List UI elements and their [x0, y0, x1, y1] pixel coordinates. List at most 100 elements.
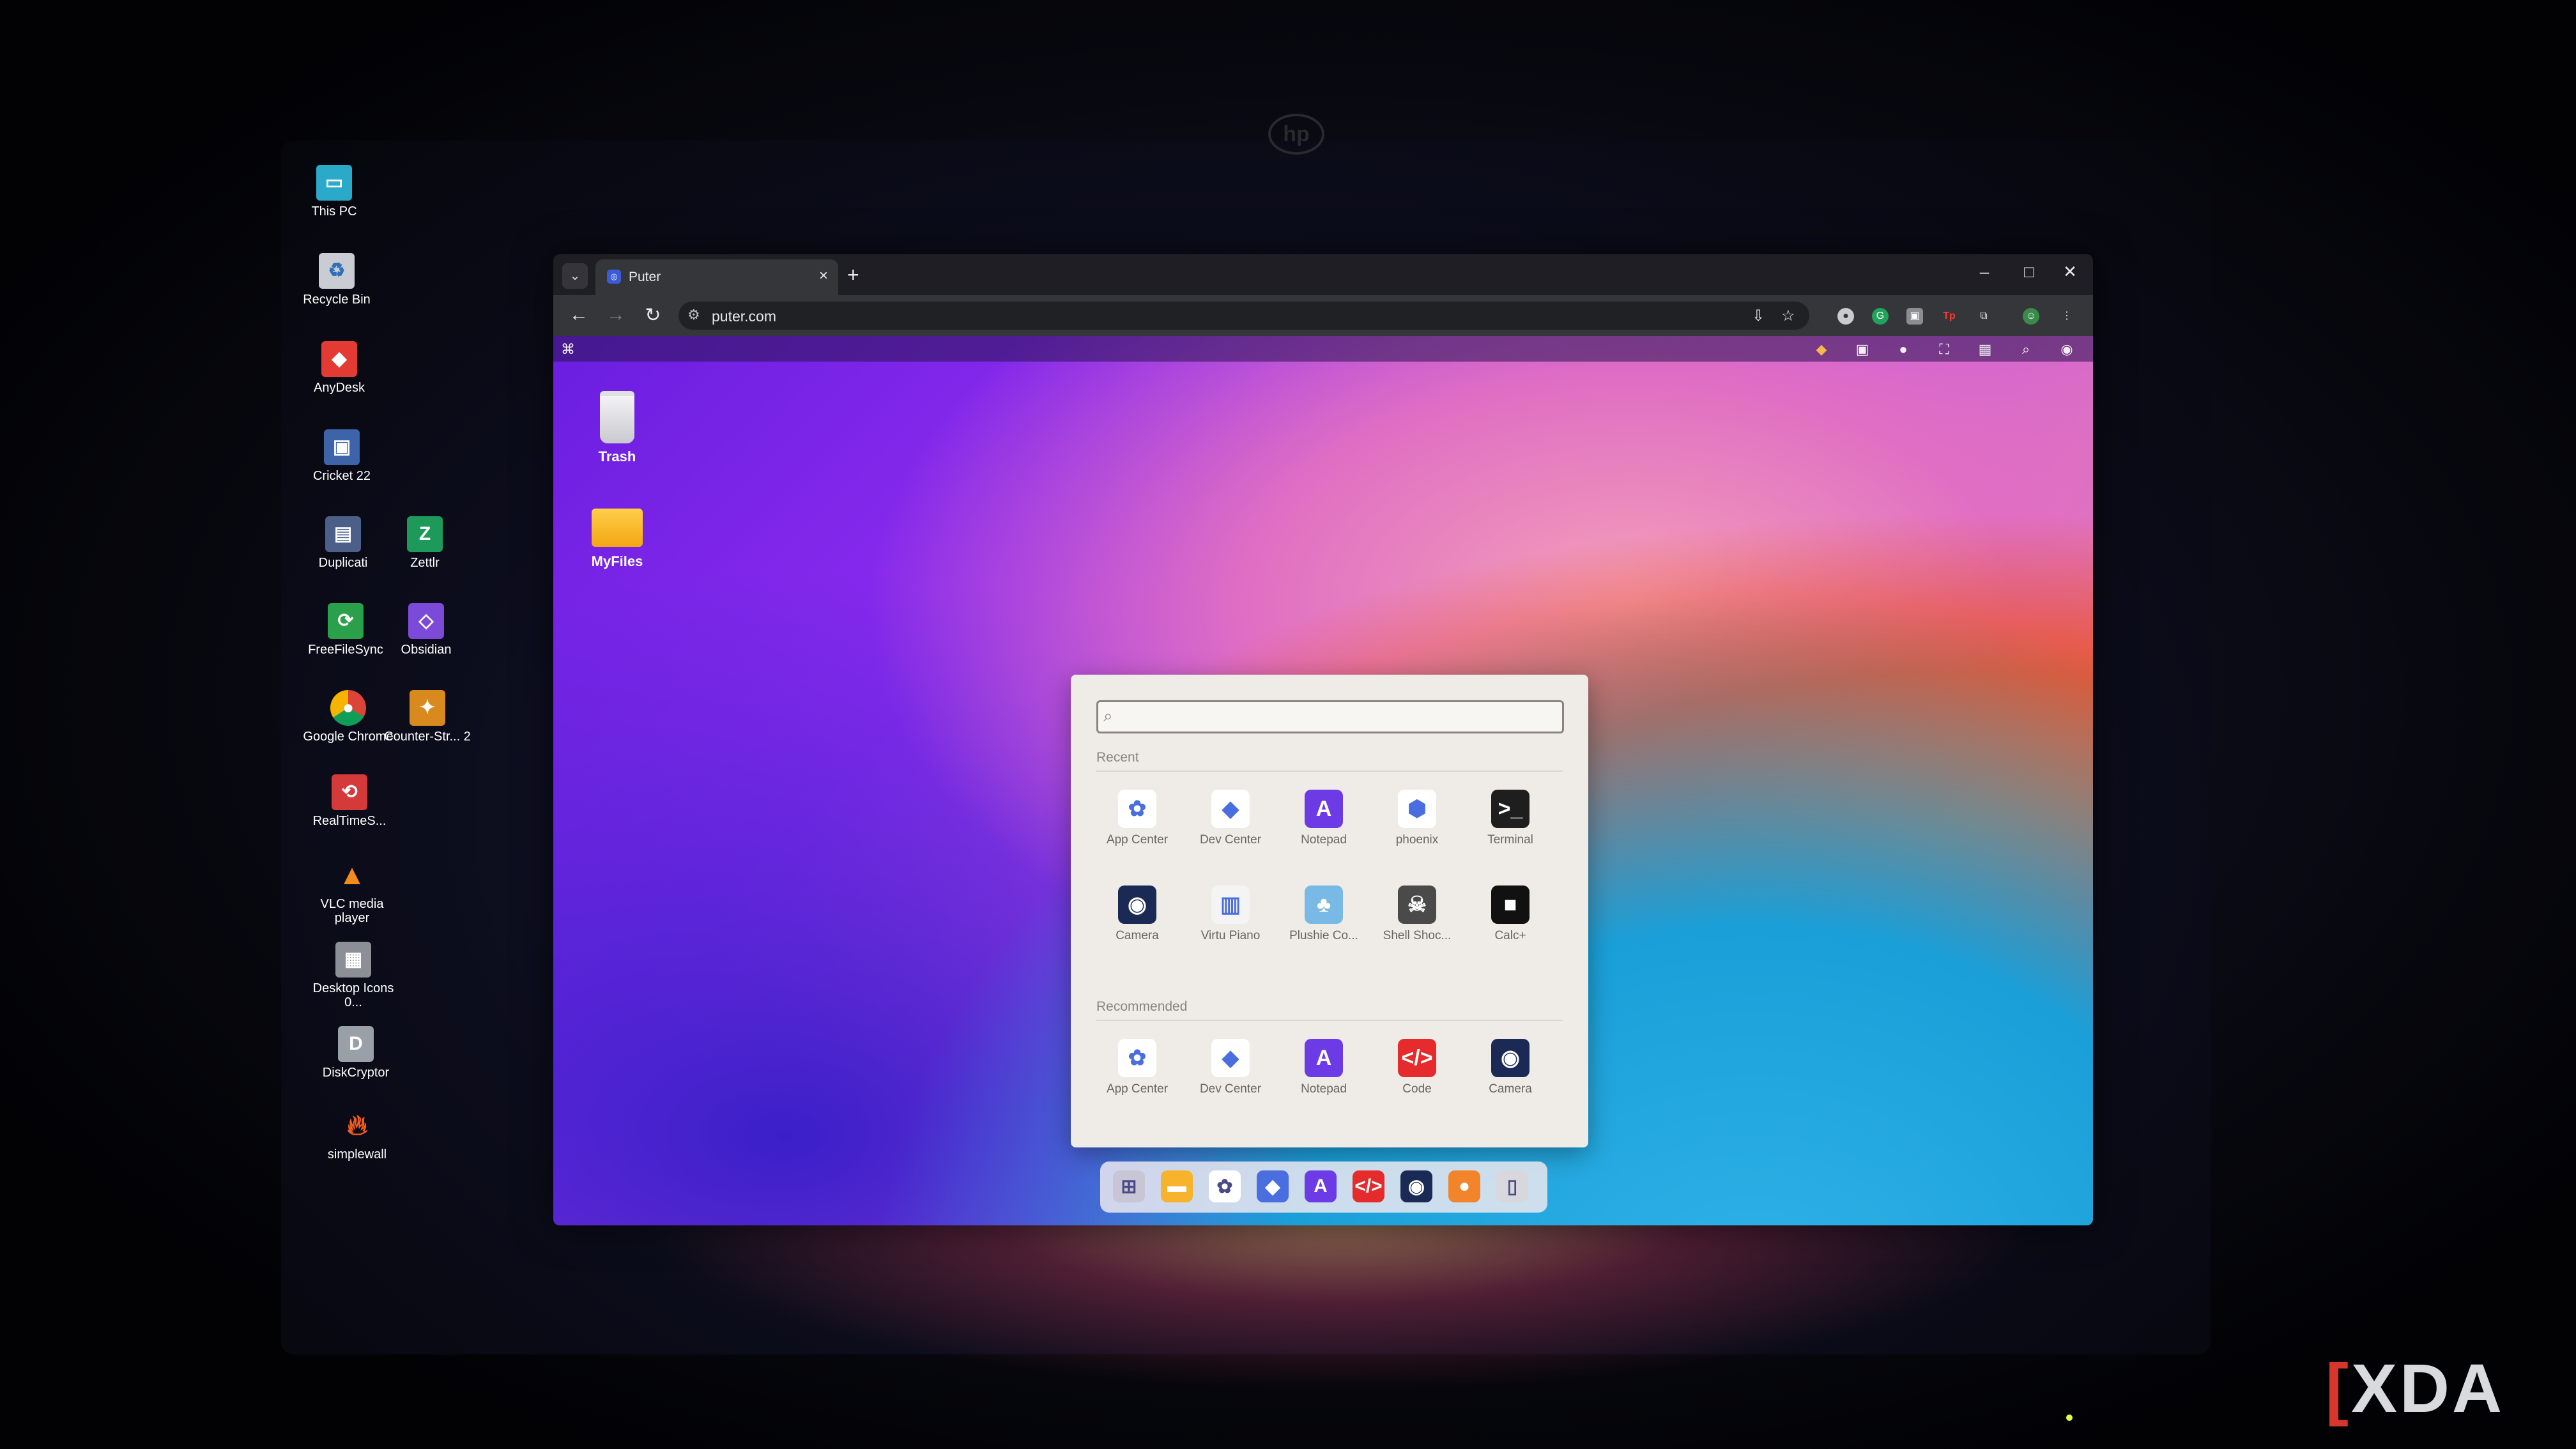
app-tile[interactable]: ◉ Camera	[1092, 885, 1182, 943]
dev-center-icon[interactable]: ◆	[1257, 1170, 1289, 1202]
desktop-icon-diskcryptor[interactable]: D DiskCryptor	[308, 1026, 404, 1080]
desktop-icon-zettlr[interactable]: Z Zettlr	[377, 516, 473, 570]
upgrade-icon[interactable]: ◆	[1812, 341, 1831, 358]
app-label: Notepad	[1301, 833, 1347, 847]
dev-center-icon: ◆	[1211, 1039, 1250, 1077]
url-text[interactable]: puter.com	[712, 308, 776, 325]
zettlr-icon: Z	[407, 516, 443, 552]
puzzle-icon[interactable]: ⧉	[1975, 308, 1992, 325]
grammarly-icon[interactable]: G	[1872, 308, 1889, 325]
counter-strike-icon: ✦	[410, 690, 445, 726]
extension-icon[interactable]: Tp	[1941, 308, 1958, 325]
monitor-icon: ▭	[316, 165, 352, 201]
maximize-button[interactable]: □	[2016, 262, 2042, 282]
desktop-icon-label: RealTimeS...	[312, 814, 387, 828]
notepad-icon: A	[1305, 1039, 1343, 1077]
notepad-icon: A	[1305, 790, 1343, 828]
desktop-icon-obsidian[interactable]: ◇ Obsidian	[378, 603, 474, 657]
github-icon[interactable]: ●	[1894, 341, 1913, 358]
app-tile[interactable]: ▥ Virtu Piano	[1186, 885, 1275, 943]
app-label: App Center	[1106, 833, 1169, 847]
anydesk-icon: ◆	[321, 341, 357, 377]
puter-desktop: ⌘ ◆ ▣ ● ⛶ ▦ ⌕ ◉ Trash MyFiles ⌕ Recent ✿…	[553, 336, 2093, 1225]
tab-close-icon[interactable]: ×	[819, 267, 828, 285]
search-icon[interactable]: ⌕	[2016, 341, 2035, 358]
app-tile[interactable]: ⬢ phoenix	[1372, 790, 1462, 847]
app-tile[interactable]: ♣ Plushie Co...	[1279, 885, 1368, 943]
puter-desktop-trash[interactable]: Trash	[572, 391, 662, 465]
gift-icon[interactable]: ▣	[1853, 341, 1872, 358]
divider	[1096, 1020, 1563, 1021]
desktop-icon-realtimesync[interactable]: ⟲ RealTimeS...	[302, 774, 397, 828]
terminal-icon: >_	[1491, 790, 1529, 828]
puter-desktop-myfiles[interactable]: MyFiles	[572, 509, 662, 570]
app-center-icon[interactable]: ✿	[1209, 1170, 1241, 1202]
folder-icon[interactable]: ▬	[1161, 1170, 1193, 1202]
avatar[interactable]: ☺	[2023, 308, 2039, 325]
desktop-icon-this-pc[interactable]: ▭ This PC	[286, 165, 382, 218]
install-app-icon[interactable]: ⇩	[1752, 307, 1765, 325]
tab-title: Puter	[629, 270, 661, 284]
app-label: Notepad	[1301, 1082, 1347, 1096]
trash-icon	[600, 391, 634, 443]
app-tile[interactable]: ✿ App Center	[1092, 1039, 1182, 1096]
watermark-text: XDA	[2350, 1349, 2504, 1427]
more-menu-icon[interactable]: ⋮	[2058, 308, 2075, 325]
desktop-icon-vlc[interactable]: ▲ VLC media player	[304, 857, 400, 926]
desktop-icon-simplewall[interactable]: 🔥︎ simplewall	[309, 1108, 405, 1162]
desktop-icons-icon: ▦	[335, 942, 371, 977]
app-tile[interactable]: ■ Calc+	[1466, 885, 1555, 943]
desktop-icon-anydesk[interactable]: ◆ AnyDesk	[291, 341, 387, 395]
realtimesync-icon: ⟲	[332, 774, 367, 810]
search-icon: ⌕	[1103, 706, 1113, 725]
trash-icon[interactable]: ▯	[1496, 1170, 1528, 1202]
app-tile[interactable]: ◆ Dev Center	[1186, 790, 1275, 847]
piano-icon: ▥	[1211, 885, 1250, 924]
desktop-icon-desktop-icons[interactable]: ▦ Desktop Icons 0...	[305, 942, 401, 1009]
address-bar[interactable]: ⚙ puter.com ⇩ ☆	[678, 302, 1809, 330]
app-tile[interactable]: >_ Terminal	[1466, 790, 1555, 847]
app-tile[interactable]: ◆ Dev Center	[1186, 1039, 1275, 1096]
calc-icon: ■	[1491, 885, 1529, 924]
start-menu-search[interactable]: ⌕	[1096, 700, 1564, 733]
code-icon[interactable]: </>	[1353, 1170, 1384, 1202]
app-tile[interactable]: ✿ App Center	[1092, 790, 1182, 847]
extension-icon[interactable]: ▣	[1906, 308, 1923, 325]
start-menu-icon[interactable]: ⊞	[1113, 1170, 1145, 1202]
desktop-icon-counter-strike[interactable]: ✦ Counter-Str... 2	[379, 690, 475, 744]
camera-icon[interactable]: ◉	[1400, 1170, 1432, 1202]
qr-code-icon[interactable]: ▦	[1975, 341, 1995, 358]
forward-button[interactable]: →	[603, 304, 629, 326]
close-window-button[interactable]: ✕	[2057, 262, 2083, 282]
app-tile[interactable]: A Notepad	[1279, 1039, 1368, 1096]
back-button[interactable]: ←	[566, 304, 592, 326]
extension-icon[interactable]: ●	[1837, 308, 1854, 325]
desktop-icon-cricket[interactable]: ▣ Cricket 22	[294, 429, 390, 483]
tab-search-button[interactable]: ⌄	[562, 263, 588, 289]
site-info-icon[interactable]: ⚙	[687, 307, 700, 323]
power-led	[2066, 1414, 2073, 1421]
vlc-icon: ▲	[338, 859, 366, 891]
recycle-bin-icon: ♻	[319, 253, 355, 289]
app-center-icon: ✿	[1118, 790, 1156, 828]
puter-logo-icon[interactable]: ⌘	[558, 341, 578, 358]
user-menu-icon[interactable]: ◉	[2057, 341, 2076, 358]
minimize-button[interactable]: –	[1972, 262, 1997, 282]
notepad-icon[interactable]: A	[1305, 1170, 1337, 1202]
app-tile[interactable]: ☠ Shell Shoc...	[1372, 885, 1462, 943]
new-tab-button[interactable]: +	[847, 263, 859, 287]
bookmark-star-icon[interactable]: ☆	[1781, 307, 1795, 325]
duplicati-icon: ▤	[325, 516, 361, 552]
reload-button[interactable]: ↻	[640, 304, 666, 326]
fullscreen-icon[interactable]: ⛶	[1935, 341, 1954, 358]
tab-puter[interactable]: ◎ Puter ×	[595, 259, 838, 295]
camera-icon: ◉	[1118, 885, 1156, 924]
app-label: Terminal	[1487, 833, 1533, 847]
app-tile[interactable]: </> Code	[1372, 1039, 1462, 1096]
search-input[interactable]	[1126, 706, 1551, 728]
desktop-item-label: MyFiles	[591, 553, 643, 569]
app-tile[interactable]: A Notepad	[1279, 790, 1368, 847]
recorder-icon[interactable]: ●	[1448, 1170, 1480, 1202]
app-tile[interactable]: ◉ Camera	[1466, 1039, 1555, 1096]
desktop-icon-recycle-bin[interactable]: ♻ Recycle Bin	[289, 253, 385, 307]
